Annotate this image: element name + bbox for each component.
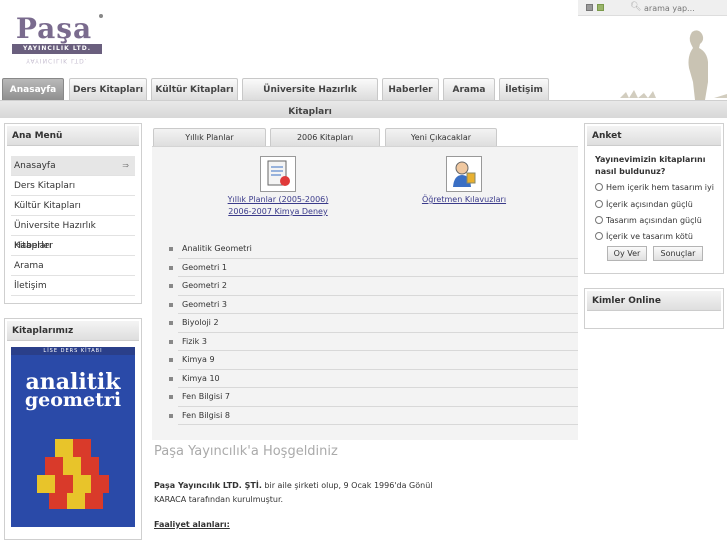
poll-option[interactable]: İçerik ve tasarım kötü (595, 231, 725, 243)
search-bar: 🔍︎ (578, 0, 727, 16)
menu-item-universite-hazirlik[interactable]: Üniversite Hazırlık Kitapları (11, 216, 135, 251)
online-users-box: Kimler Online (584, 288, 724, 329)
nav-tab-anasayfa[interactable]: Anasayfa (2, 78, 64, 100)
list-item[interactable]: Kimya 10 (166, 370, 578, 388)
teacher-icon[interactable] (446, 156, 482, 192)
book-cover-image[interactable]: LİSE DERS KİTABI analitik geometri (11, 347, 135, 527)
nav-tab-ders-kitaplari[interactable]: Ders Kitapları (69, 78, 147, 100)
menu-item-arama[interactable]: Arama (11, 256, 135, 276)
clipboard-icon[interactable] (260, 156, 296, 192)
bullet-icon (169, 302, 173, 307)
bullet-icon (169, 339, 173, 344)
main-menu-title: Ana Menü (7, 126, 139, 146)
book-list: Analitik Geometri Geometri 1 Geometri 2 … (152, 240, 578, 425)
list-item[interactable]: Kimya 9 (166, 351, 578, 370)
menu-item-haberler[interactable]: Haberler (11, 236, 135, 256)
nav-tab-universite-hazirlik[interactable]: Üniversite Hazırlık Kitapları (242, 78, 378, 117)
poll-option[interactable]: Tasarım açısından güçlü (595, 215, 725, 227)
list-item[interactable]: Fen Bilgisi 7 (166, 388, 578, 407)
list-item[interactable]: Analitik Geometri (166, 240, 578, 259)
bullet-icon (169, 376, 173, 381)
logo-subtitle: YAYINCILIK LTD. (12, 44, 102, 54)
radio-button[interactable] (595, 232, 603, 240)
link-yillik-planlar[interactable]: Yıllık Planlar (2005-2006) (210, 194, 346, 206)
book-title-line2: geometri (24, 389, 122, 411)
poll-title: Anket (587, 126, 721, 146)
nav-bar-background (0, 100, 727, 118)
nav-tab-iletisim[interactable]: İletişim (499, 78, 549, 100)
radio-button[interactable] (595, 183, 603, 191)
activity-areas-heading: Faaliyet alanları: (154, 520, 230, 529)
logo-reflection: YAYINCILIK LTD. (26, 57, 88, 64)
menu-item-label: Anasayfa (14, 161, 56, 171)
books-box: Kitaplarımız LİSE DERS KİTABI analitik g… (4, 318, 142, 540)
bullet-icon (169, 413, 173, 418)
nav-tab-arama[interactable]: Arama (443, 78, 495, 100)
poll-box: Anket Yayınevimizin kitaplarını nasıl bu… (584, 123, 724, 274)
nav-tab-kultur-kitaplari[interactable]: Kültür Kitapları (151, 78, 238, 100)
vote-button[interactable]: Oy Ver (607, 246, 647, 261)
site-logo[interactable]: Paşa YAYINCILIK LTD. YAYINCILIK LTD. (4, 2, 104, 70)
nav-tab-haberler[interactable]: Haberler (382, 78, 439, 100)
bullet-icon (169, 284, 173, 288)
books-title: Kitaplarımız (7, 321, 139, 341)
feature-ogretmen-kilavuzlari: Öğretmen Kılavuzları (396, 156, 532, 206)
list-item[interactable]: Fen Bilgisi 8 (166, 407, 578, 425)
welcome-heading: Paşa Yayıncılık'a Hoşgeldiniz (154, 444, 338, 459)
logo-dot (99, 14, 103, 18)
list-item[interactable]: Geometri 1 (166, 259, 578, 277)
results-button[interactable]: Sonuçlar (653, 246, 703, 261)
list-item[interactable]: Geometri 2 (166, 277, 578, 296)
logo-text: Paşa (15, 12, 93, 45)
book-top-text: LİSE DERS KİTABI (11, 347, 135, 355)
menu-item-ders-kitaplari[interactable]: Ders Kitapları (11, 176, 135, 196)
feature-yillik-planlar: Yıllık Planlar (2005-2006) 2006-2007 Kim… (210, 156, 346, 218)
link-kimya-deney[interactable]: 2006-2007 Kimya Deney (210, 206, 346, 218)
grey-square-icon[interactable] (586, 4, 593, 11)
online-users-title: Kimler Online (587, 291, 721, 311)
cubes-illustration (37, 439, 109, 509)
poll-option[interactable]: Hem içerik hem tasarım iyi (595, 182, 725, 194)
menu-item-iletisim[interactable]: İletişim (11, 276, 135, 296)
list-item[interactable]: Geometri 3 (166, 296, 578, 314)
tab-2006-kitaplari[interactable]: 2006 Kitapları (270, 128, 380, 146)
arrow-right-icon: ⇒ (122, 161, 129, 170)
woman-silhouette-icon (620, 30, 727, 100)
bullet-icon (169, 358, 173, 362)
poll-question: Yayınevimizin kitaplarını nasıl buldunuz… (595, 155, 706, 176)
link-ogretmen-kilavuzlari[interactable]: Öğretmen Kılavuzları (396, 194, 532, 206)
bullet-icon (169, 247, 173, 251)
menu-item-kultur-kitaplari[interactable]: Kültür Kitapları (11, 196, 135, 216)
search-input[interactable] (644, 2, 724, 14)
main-menu-box: Ana Menü Anasayfa ⇒ Ders Kitapları Kültür… (4, 123, 142, 304)
radio-button[interactable] (595, 216, 603, 224)
search-icon: 🔍︎ (630, 2, 642, 12)
company-name: Paşa Yayıncılık LTD. ŞTİ. (154, 481, 262, 490)
bullet-icon (169, 395, 173, 399)
green-square-icon[interactable] (597, 4, 604, 11)
menu-item-anasayfa[interactable]: Anasayfa ⇒ (11, 156, 135, 176)
bullet-icon (169, 321, 173, 325)
tab-yillik-planlar[interactable]: Yıllık Planlar (153, 128, 266, 146)
list-item[interactable]: Fizik 3 (166, 333, 578, 351)
radio-button[interactable] (595, 200, 603, 208)
tab-yeni-cikacaklar[interactable]: Yeni Çıkacaklar (385, 128, 497, 146)
poll-option[interactable]: İçerik açısından güçlü (595, 199, 725, 211)
about-text: Paşa Yayıncılık LTD. ŞTİ. bir aile şirke… (154, 479, 454, 507)
list-item[interactable]: Biyoloji 2 (166, 314, 578, 333)
bullet-icon (169, 265, 173, 270)
